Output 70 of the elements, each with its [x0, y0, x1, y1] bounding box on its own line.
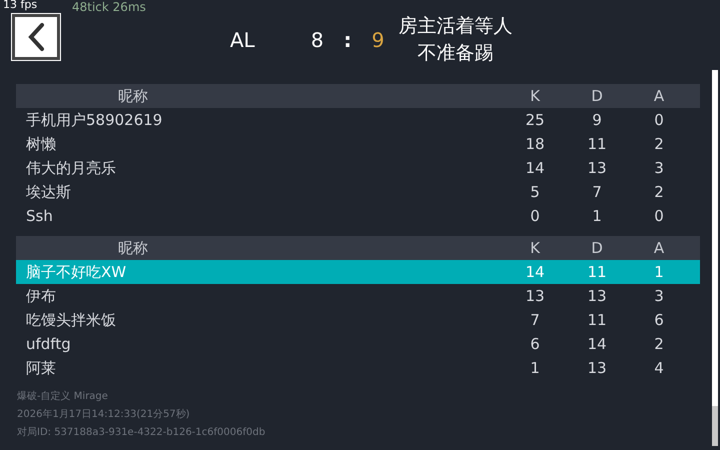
assists-cell-text: 6	[653, 310, 665, 331]
player-row[interactable]: Ssh 0 1 0	[16, 204, 700, 228]
room-title: 不准备踢	[417, 41, 494, 66]
column-header: K	[529, 238, 541, 259]
assists-cell-text: 0	[653, 110, 665, 131]
assists-cell-text: 2	[653, 182, 665, 203]
column-header: 昵称	[117, 238, 149, 259]
player-name: 伊布	[26, 286, 56, 307]
match-info: 爆破-自定义 Mirage	[17, 390, 109, 404]
column-header: K	[529, 86, 541, 107]
kills-cell-text: 7	[529, 310, 541, 331]
kills-cell-text: 0	[529, 206, 541, 227]
deaths-cell-text: 13	[586, 286, 608, 307]
deaths-cell-text: 13	[586, 358, 608, 379]
player-name: ufdftg	[26, 334, 71, 355]
column-header: A	[652, 86, 666, 107]
assists-cell-text: 2	[653, 334, 665, 355]
kills-cell-text: 1	[529, 358, 541, 379]
fps-counter: 13 fps	[3, 0, 38, 13]
deaths-cell-text: 1	[591, 206, 603, 227]
player-name: 手机用户58902619	[26, 110, 162, 131]
player-row[interactable]: 伟大的月亮乐 14 13 3	[16, 156, 700, 180]
player-row[interactable]: 埃达斯 5 7 2	[16, 180, 700, 204]
match-info: 2026年1月17日14:12:33(21分57秒)	[17, 408, 191, 422]
back-button[interactable]	[12, 14, 60, 60]
kills-cell-text: 25	[524, 110, 546, 131]
kills-cell-text: 5	[529, 182, 541, 203]
player-name: 伟大的月亮乐	[26, 158, 116, 179]
player-name: 吃馒头拌米饭	[26, 310, 116, 331]
kills-cell-text: 18	[524, 134, 546, 155]
deaths-cell-text: 11	[586, 134, 608, 155]
player-name: 树懒	[26, 134, 56, 155]
kills-cell-text: 14	[524, 262, 546, 283]
player-row[interactable]: 吃馒头拌米饭 7 11 6	[16, 308, 700, 332]
deaths-cell-text: 7	[591, 182, 603, 203]
column-header: D	[590, 86, 604, 107]
player-name: Ssh	[26, 206, 53, 227]
match-info: 对局ID: 537188a3-931e-4322-b126-1c6f0006f0db	[17, 426, 266, 440]
team-name: AL	[230, 27, 255, 54]
deaths-cell-text: 9	[591, 110, 603, 131]
kills-cell-text: 6	[529, 334, 541, 355]
scrollbar[interactable]	[712, 70, 718, 446]
player-row[interactable]: ufdftg 6 14 2	[16, 332, 700, 356]
player-row[interactable]: 手机用户58902619 25 9 0	[16, 108, 700, 132]
column-header: A	[652, 238, 666, 259]
column-header: 昵称	[117, 86, 149, 107]
player-name: 脑子不好吃XW	[26, 262, 126, 283]
assists-cell-text: 0	[653, 206, 665, 227]
score: 9	[372, 27, 384, 54]
assists-cell-text: 4	[653, 358, 665, 379]
deaths-cell-text: 11	[586, 262, 608, 283]
assists-cell-text: 2	[653, 134, 665, 155]
player-row[interactable]: 树懒 18 11 2	[16, 132, 700, 156]
deaths-cell-text: 14	[586, 334, 608, 355]
kills-cell-text: 14	[524, 158, 546, 179]
assists-cell-text: 3	[653, 286, 665, 307]
player-name: 埃达斯	[26, 182, 71, 203]
tick-info: 48tick 26ms	[72, 0, 146, 16]
player-name: 阿莱	[26, 358, 56, 379]
room-title: 房主活着等人	[398, 14, 512, 39]
player-row[interactable]: 伊布 13 13 3	[16, 284, 700, 308]
score-separator: :	[344, 27, 352, 54]
column-header: D	[590, 238, 604, 259]
deaths-cell-text: 13	[586, 158, 608, 179]
assists-cell-text: 3	[653, 158, 665, 179]
player-row[interactable]: 阿莱 1 13 4	[16, 356, 700, 380]
deaths-cell-text: 11	[586, 310, 608, 331]
score: 8	[310, 27, 324, 54]
kills-cell-text: 13	[524, 286, 546, 307]
assists-cell-text: 1	[653, 262, 665, 283]
